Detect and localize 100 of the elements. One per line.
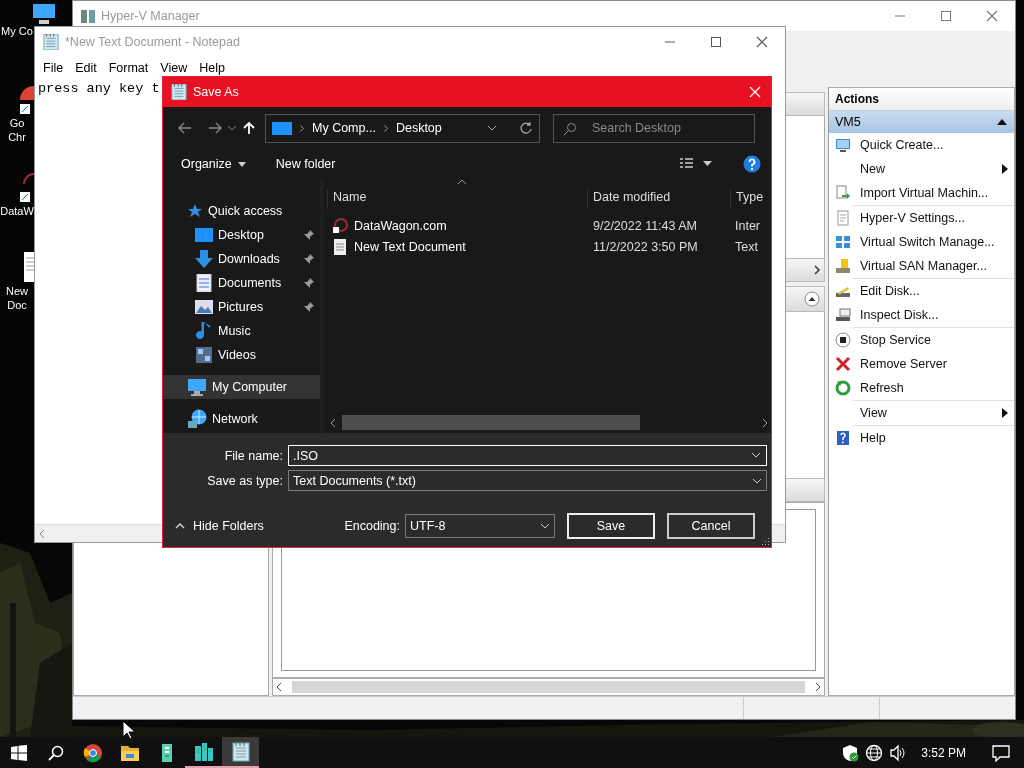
- organize-button[interactable]: Organize: [181, 157, 246, 171]
- new-folder-button[interactable]: New folder: [275, 157, 336, 171]
- column-header[interactable]: Type: [730, 190, 771, 209]
- menu-item[interactable]: View: [154, 61, 194, 75]
- action-item[interactable]: Refresh: [829, 376, 1014, 400]
- dropdown-caret-icon[interactable]: [540, 523, 550, 529]
- nav-item[interactable]: Documents: [163, 271, 320, 295]
- menu-item[interactable]: Help: [193, 61, 231, 75]
- action-item[interactable]: Virtual SAN Manager...: [829, 254, 1014, 278]
- action-item[interactable]: View: [829, 401, 1014, 425]
- shield-icon[interactable]: [841, 743, 860, 762]
- nav-item[interactable]: Quick access: [163, 199, 320, 223]
- action-item[interactable]: Hyper-V Settings...: [829, 206, 1014, 230]
- close-icon[interactable]: [986, 10, 998, 22]
- nav-item[interactable]: Pictures: [163, 295, 320, 319]
- help-icon[interactable]: [743, 155, 761, 173]
- chrome-icon[interactable]: [82, 742, 103, 763]
- address-bar[interactable]: My Comp... Desktop: [265, 113, 540, 143]
- pin-icon[interactable]: [304, 278, 314, 288]
- desktop-icon-label[interactable]: New Doc: [0, 284, 34, 312]
- action-item[interactable]: New: [829, 157, 1014, 181]
- collapse-icon[interactable]: [996, 118, 1008, 126]
- windows-logo-icon[interactable]: [10, 744, 27, 761]
- desktop-icon-label[interactable]: My Co: [0, 24, 34, 38]
- search-field[interactable]: Search Desktop: [553, 113, 755, 143]
- dropdown-caret-icon[interactable]: [751, 452, 761, 458]
- search-icon: [563, 121, 577, 136]
- scrollbar-thumb[interactable]: [342, 415, 640, 430]
- file-name[interactable]: DataWagon.com: [354, 218, 447, 233]
- desktop-icon-label[interactable]: Go Chr: [0, 116, 34, 144]
- dropdown-caret-icon[interactable]: [752, 477, 762, 484]
- dropdown-caret-icon[interactable]: [487, 125, 497, 131]
- refresh-icon[interactable]: [519, 121, 533, 135]
- action-item[interactable]: Quick Create...: [829, 133, 1014, 157]
- scrollbar-thumb[interactable]: [292, 681, 805, 693]
- search-icon[interactable]: [47, 744, 64, 761]
- action-item[interactable]: Virtual Switch Manage...: [829, 230, 1014, 254]
- menu-item[interactable]: File: [37, 61, 70, 75]
- recent-dropdown-icon[interactable]: [227, 125, 237, 131]
- action-item[interactable]: Remove Server: [829, 352, 1014, 376]
- notification-icon[interactable]: [992, 743, 1010, 762]
- taskbar-app[interactable]: [222, 737, 259, 768]
- file-name-field[interactable]: .ISO: [288, 445, 767, 466]
- nav-item[interactable]: Videos: [163, 343, 320, 367]
- up-icon[interactable]: [243, 121, 255, 135]
- file-name[interactable]: New Text Document: [354, 239, 466, 254]
- shortcut-icon: [332, 217, 348, 234]
- desktop-icon: [195, 226, 213, 244]
- encoding-dropdown[interactable]: UTF-8: [405, 514, 555, 538]
- nav-item[interactable]: Music: [163, 319, 320, 343]
- action-item[interactable]: Import Virtual Machin...: [829, 181, 1014, 205]
- caret-up-icon: [175, 523, 185, 529]
- nav-item[interactable]: Desktop: [163, 223, 320, 247]
- menu-item[interactable]: Format: [102, 61, 155, 75]
- maximize-icon[interactable]: [710, 36, 722, 48]
- scroll-right-icon[interactable]: [762, 417, 768, 428]
- computer-icon[interactable]: [33, 4, 55, 24]
- shortcut-icon[interactable]: [20, 170, 34, 204]
- speaker-icon[interactable]: [889, 743, 908, 762]
- notepad-icon[interactable]: [230, 741, 251, 762]
- column-header[interactable]: Date modified: [587, 190, 730, 209]
- group-header[interactable]: VM5: [829, 111, 1014, 133]
- scroll-right-icon[interactable]: [815, 682, 821, 692]
- scroll-left-icon[interactable]: [330, 417, 336, 428]
- view-options-icon[interactable]: [679, 157, 713, 171]
- close-icon[interactable]: [756, 36, 768, 48]
- action-item[interactable]: Edit Disk...: [829, 279, 1014, 303]
- nav-item[interactable]: My Computer: [163, 375, 320, 399]
- hide-folders-button[interactable]: Hide Folders: [175, 519, 264, 533]
- menu-item[interactable]: Edit: [69, 61, 103, 75]
- breadcrumb-separator-icon: [383, 124, 388, 132]
- pin-icon[interactable]: [304, 302, 314, 312]
- action-item[interactable]: Stop Service: [829, 328, 1014, 352]
- document-icon[interactable]: [24, 250, 34, 284]
- collapse-icon[interactable]: [804, 291, 820, 307]
- cancel-button[interactable]: Cancel: [667, 513, 755, 539]
- video-icon: [195, 346, 213, 364]
- chevron-right-icon[interactable]: [814, 265, 820, 275]
- forward-icon[interactable]: [208, 122, 222, 134]
- computer-icon: [272, 121, 292, 135]
- field-label: File name:: [223, 448, 284, 463]
- globe-icon[interactable]: [865, 743, 884, 762]
- nav-item[interactable]: Network: [163, 407, 320, 431]
- clock[interactable]: 3:52 PM: [921, 745, 966, 760]
- nav-item[interactable]: Downloads: [163, 247, 320, 271]
- scroll-left-icon[interactable]: [276, 682, 282, 692]
- maximize-icon[interactable]: [940, 10, 952, 22]
- help-icon: [835, 430, 851, 446]
- resize-grip-icon[interactable]: [762, 538, 769, 545]
- desktop-icon-label[interactable]: DataW: [0, 204, 34, 218]
- back-icon[interactable]: [178, 122, 192, 134]
- server-icon[interactable]: [193, 741, 214, 762]
- action-item[interactable]: Help: [829, 426, 1014, 450]
- picture-icon: [195, 298, 213, 316]
- pin-icon[interactable]: [304, 254, 314, 264]
- type-dropdown[interactable]: Text Documents (*.txt): [288, 470, 767, 491]
- save-button[interactable]: Save: [567, 513, 655, 539]
- action-item[interactable]: Inspect Disk...: [829, 303, 1014, 327]
- pin-icon[interactable]: [304, 230, 314, 240]
- column-header[interactable]: Name: [327, 190, 587, 209]
